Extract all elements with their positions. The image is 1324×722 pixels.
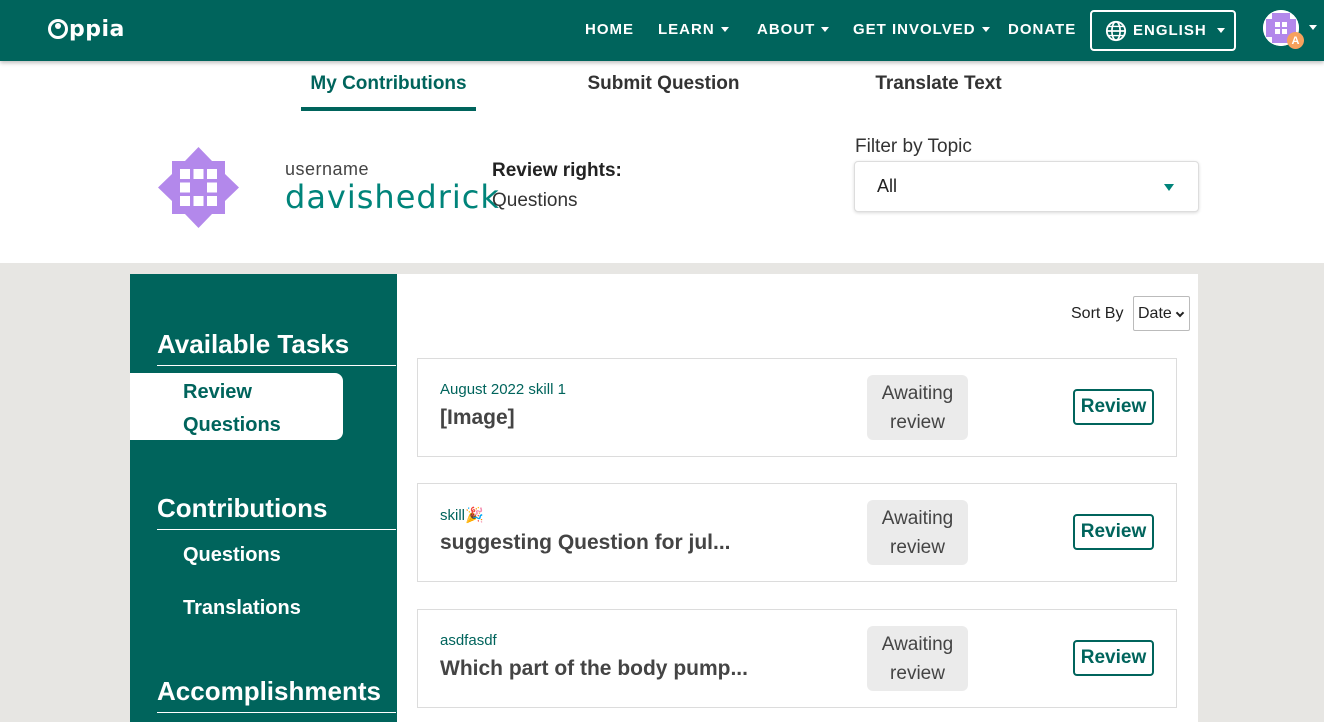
filter-topic-label: Filter by Topic [855, 136, 972, 157]
chevron-down-icon [1175, 308, 1185, 318]
card-title: suggesting Question for jul... [440, 531, 731, 554]
avatar-badge: A [1287, 32, 1304, 49]
status-badge: Awaiting review [867, 500, 968, 565]
status-line: review [890, 412, 945, 433]
sort-by-value: Date [1138, 304, 1172, 322]
sidebar-item-translations[interactable]: Translations [183, 597, 301, 620]
review-rights-value: Questions [492, 190, 578, 211]
filter-topic-dropdown[interactable]: All [854, 161, 1199, 212]
status-line: review [890, 663, 945, 684]
sidebar-item-questions[interactable]: Questions [183, 544, 281, 567]
sidebar-divider [157, 529, 396, 530]
tab-my-contributions[interactable]: My Contributions [301, 73, 476, 111]
nav-learn-label: LEARN [658, 20, 715, 38]
tab-submit-question-label: Submit Question [587, 73, 740, 94]
profile-avatar-icon [158, 147, 239, 228]
sidebar-item-review-questions[interactable]: Review Questions [130, 373, 343, 440]
tab-submit-question[interactable]: Submit Question [578, 73, 749, 111]
nav-donate-label: DONATE [1008, 20, 1077, 38]
status-line: Awaiting [881, 508, 954, 529]
status-badge: Awaiting review [867, 626, 968, 691]
status-line: Awaiting [881, 383, 954, 404]
tab-translate-text[interactable]: Translate Text [864, 73, 1013, 111]
sidebar-divider [157, 365, 396, 366]
language-selector-button[interactable]: ENGLISH [1090, 10, 1236, 51]
review-button[interactable]: Review [1073, 514, 1154, 550]
chevron-down-icon [1216, 28, 1225, 33]
sidebar-heading-accomplishments: Accomplishments [157, 676, 381, 706]
chevron-down-icon[interactable] [1309, 25, 1317, 30]
sort-by-select[interactable]: Date [1133, 296, 1190, 331]
nav-home[interactable]: HOME [585, 0, 634, 58]
caret-down-icon [1164, 184, 1174, 191]
nav-get-involved[interactable]: GET INVOLVED [853, 0, 990, 58]
status-line: Awaiting [881, 634, 954, 655]
review-rights-label: Review rights: [492, 160, 622, 181]
sidebar-divider [157, 712, 396, 713]
tab-my-contributions-label: My Contributions [310, 73, 467, 94]
nav-donate[interactable]: DONATE [1008, 0, 1076, 58]
filter-topic-value: All [877, 176, 898, 196]
nav-get-involved-label: GET INVOLVED [853, 20, 976, 38]
logo-mark-icon [48, 19, 68, 39]
sidebar-item-label: Review Questions [183, 381, 281, 436]
card-skill: asdfasdf [440, 632, 497, 649]
status-badge: Awaiting review [867, 375, 968, 440]
card-skill: skill🎉 [440, 507, 484, 524]
logo-text: ppia [69, 16, 125, 42]
card-title: Which part of the body pump... [440, 657, 748, 680]
suggestion-card[interactable]: asdfasdf Which part of the body pump... … [417, 609, 1177, 708]
suggestion-card[interactable]: skill🎉 suggesting Question for jul... Aw… [417, 483, 1177, 582]
review-button[interactable]: Review [1073, 389, 1154, 425]
globe-icon [1105, 20, 1127, 41]
sort-by-label: Sort By [1071, 305, 1124, 322]
suggestion-card[interactable]: August 2022 skill 1 [Image] Awaiting rev… [417, 358, 1177, 457]
sidebar-heading-available-tasks: Available Tasks [157, 329, 350, 359]
nav-about[interactable]: ABOUT [757, 0, 830, 58]
status-line: review [890, 537, 945, 558]
chevron-down-icon [981, 26, 990, 32]
username: davishedrick [285, 178, 500, 216]
card-title: [Image] [440, 406, 515, 429]
contributions-sidebar: Available Tasks Review Questions Contrib… [130, 274, 397, 722]
nav-learn[interactable]: LEARN [658, 0, 729, 58]
sidebar-heading-contributions: Contributions [157, 493, 328, 523]
nav-home-label: HOME [585, 20, 634, 38]
tab-translate-text-label: Translate Text [875, 73, 1002, 94]
review-button[interactable]: Review [1073, 640, 1154, 676]
nav-about-label: ABOUT [757, 20, 816, 38]
chevron-down-icon [720, 26, 729, 32]
chevron-down-icon [821, 26, 830, 32]
oppia-logo[interactable]: ppia [48, 14, 125, 44]
review-list-panel: Sort By Date August 2022 skill 1 [Image]… [397, 274, 1198, 722]
top-navbar: ppia HOME LEARN ABOUT GET INVOLVED DONAT… [0, 0, 1324, 61]
language-label: ENGLISH [1133, 22, 1207, 39]
card-skill: August 2022 skill 1 [440, 381, 566, 398]
username-label: username [285, 159, 370, 179]
